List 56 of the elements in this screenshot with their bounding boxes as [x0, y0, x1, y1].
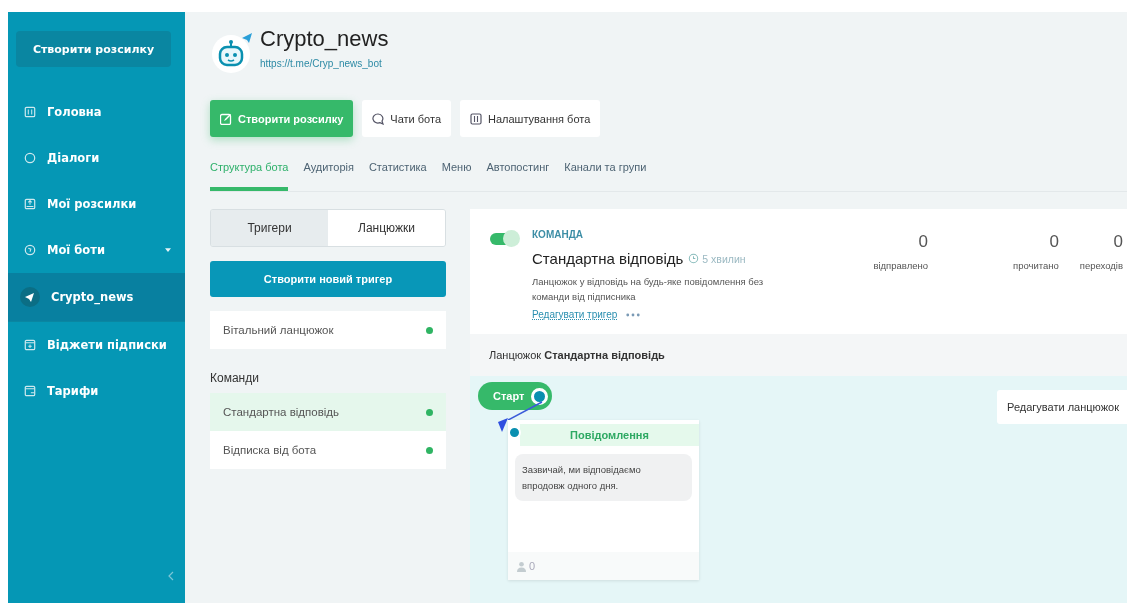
stat-label: прочитано [1013, 260, 1059, 271]
bot-link[interactable]: https://t.me/Cryp_news_bot [260, 58, 382, 69]
kind-label: КОМАНДА [532, 229, 584, 240]
edit-icon [220, 112, 232, 125]
create-trigger-button[interactable]: Створити новий тригер [210, 261, 446, 297]
sidebar-item[interactable]: Тарифи [8, 368, 185, 414]
dashboard-icon [24, 106, 36, 118]
robot-avatar-icon [210, 30, 254, 74]
command-item[interactable]: Стандартна відповідь [210, 393, 446, 431]
segment-tab[interactable]: Ланцюжки [328, 210, 445, 246]
stat-value: 0 [1113, 232, 1123, 252]
sidebar-item[interactable]: Crypto_news [8, 273, 185, 321]
command-label: Стандартна відповідь [223, 406, 339, 418]
document-icon [24, 198, 36, 210]
delay-label: 5 хвилин [702, 252, 746, 265]
tab[interactable]: Меню [441, 161, 472, 191]
input-port[interactable] [508, 426, 521, 440]
trigger-title: Стандартна відповідь [532, 250, 684, 267]
trigger-item[interactable]: Вітальний ланцюжок [210, 311, 446, 349]
tab[interactable]: Статистика [368, 161, 427, 191]
card-icon [24, 385, 36, 397]
tab[interactable]: Автопостинг [486, 161, 550, 191]
bot-name: Crypto_news [260, 26, 389, 52]
bot-settings-button[interactable]: Налаштування бота [460, 100, 601, 137]
settings-icon [470, 112, 482, 125]
paper-plane-icon [20, 287, 40, 307]
sidebar-item[interactable]: Мої розсилки [8, 181, 185, 227]
sidebar-item[interactable]: Головна [8, 89, 185, 135]
message-bubble: Зазвичай, ми відповідаємо впродовж одного дня. [515, 454, 692, 501]
stat-label: відправлено [873, 260, 928, 271]
tab[interactable]: Аудиторія [303, 161, 354, 191]
widget-icon [24, 339, 36, 351]
stat-value: 0 [1049, 232, 1059, 252]
command-label: Відписка від бота [223, 444, 317, 456]
chain-heading: Ланцюжок Стандартна відповідь [489, 349, 665, 362]
bot-chats-button[interactable]: Чати бота [362, 100, 451, 137]
stat-label: переходів [1079, 260, 1123, 271]
edit-trigger-link[interactable]: Редагувати тригер [532, 309, 618, 321]
create-mailing-button[interactable]: Створити розсилку [16, 31, 171, 67]
collapse-icon[interactable] [168, 571, 174, 581]
sidebar-item[interactable]: Діалоги [8, 135, 185, 181]
sidebar-item[interactable]: Мої боти [8, 227, 185, 273]
clock-icon [688, 253, 700, 264]
trigger-description: Ланцюжок у відповідь на будь-яке повідомлення без команди від підписника [532, 275, 765, 305]
subscriber-count: 0 [529, 560, 536, 573]
tab[interactable]: Канали та групи [564, 161, 647, 191]
edit-chain-button[interactable]: Редагувати ланцюжок [997, 390, 1127, 425]
section-heading: Команди [210, 371, 260, 385]
segment-tab[interactable]: Тригери [211, 210, 328, 246]
trigger-label: Вітальний ланцюжок [223, 324, 334, 336]
message-node[interactable]: Повідомлення Зазвичай, ми відповідаємо впродовж одного дня. 0 [508, 420, 699, 581]
more-icon[interactable] [626, 312, 641, 317]
command-item[interactable]: Відписка від бота [210, 431, 446, 469]
stat-value: 0 [918, 232, 928, 252]
user-icon [517, 560, 526, 572]
message-title: Повідомлення [520, 424, 699, 447]
